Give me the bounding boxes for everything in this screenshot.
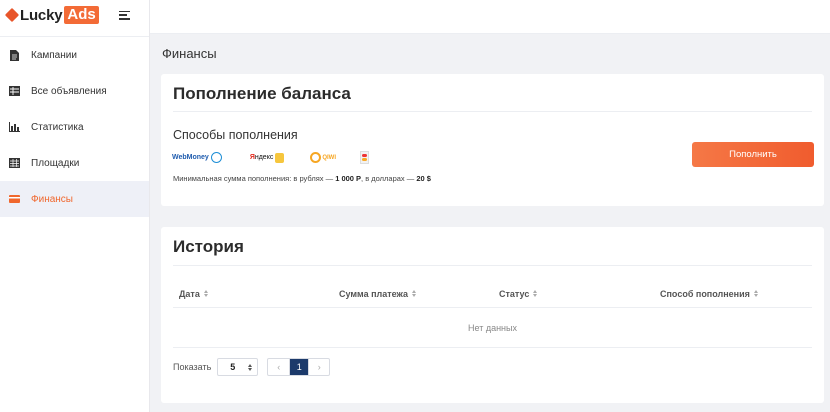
- page-size-label: Показать: [173, 362, 212, 372]
- bar-chart-icon: [9, 122, 20, 133]
- sidebar-item-label: Все объявления: [31, 85, 107, 97]
- sidebar-item-finance[interactable]: Финансы: [0, 181, 149, 217]
- divider: [173, 111, 812, 112]
- visa-card-logo: [360, 151, 370, 164]
- empty-state: Нет данных: [173, 308, 812, 348]
- wallet-icon: [9, 194, 20, 205]
- webmoney-logo: WebMoney: [172, 152, 222, 163]
- logo-diamond-icon: [4, 7, 20, 23]
- qiwi-ring-icon: [310, 152, 322, 163]
- logo-text-ads: Ads: [64, 6, 99, 24]
- webmoney-globe-icon: [210, 152, 222, 163]
- sort-icon: [412, 290, 417, 297]
- top-bar: [150, 0, 830, 34]
- sidebar-item-platforms[interactable]: Площадки: [0, 145, 149, 181]
- sidebar: Lucky Ads Кампании Все объявления Статис…: [0, 0, 150, 412]
- topup-button[interactable]: Пополнить: [692, 142, 814, 167]
- methods-title: Способы пополнения: [173, 128, 298, 142]
- sidebar-item-label: Статистика: [31, 121, 84, 133]
- column-header-method[interactable]: Способ пополнения: [660, 289, 758, 299]
- page-size-value: 5: [230, 362, 236, 372]
- menu-toggle-icon[interactable]: [118, 10, 130, 20]
- sidebar-item-all-ads[interactable]: Все объявления: [0, 73, 149, 109]
- next-page-button[interactable]: ›: [308, 359, 329, 375]
- page-buttons: ‹ 1 ›: [267, 358, 331, 376]
- bank-card-icon: [360, 151, 370, 164]
- webmoney-label: WebMoney: [172, 154, 209, 161]
- logo-row: Lucky Ads: [0, 0, 149, 30]
- history-card: История Дата Сумма платежа Статус Способ…: [161, 227, 824, 403]
- document-icon: [9, 49, 20, 61]
- topup-title: Пополнение баланса: [173, 84, 351, 103]
- history-title: История: [173, 237, 244, 256]
- sidebar-item-campaigns[interactable]: Кампании: [0, 37, 149, 73]
- logo[interactable]: Lucky Ads: [4, 6, 99, 24]
- column-header-date[interactable]: Дата: [179, 289, 208, 299]
- sort-icon: [203, 290, 208, 297]
- minimum-amount-note: Минимальная сумма пополнения: в рублях —…: [173, 174, 431, 183]
- grid-icon: [9, 86, 20, 97]
- page-button-current[interactable]: 1: [289, 359, 309, 375]
- qiwi-logo: QIWI: [310, 152, 336, 163]
- prev-page-button[interactable]: ‹: [268, 359, 289, 375]
- yandex-label: Яндекс: [249, 154, 274, 161]
- column-header-amount[interactable]: Сумма платежа: [339, 289, 417, 299]
- table-icon: [9, 158, 20, 169]
- yandex-money-logo: Яндекс: [249, 152, 285, 163]
- pagination: Показать 5 ‹ 1 ›: [173, 358, 331, 376]
- page-title: Финансы: [162, 46, 217, 61]
- page-size-select[interactable]: 5: [217, 358, 259, 376]
- logo-text-lucky: Lucky: [20, 6, 63, 24]
- sort-icon: [533, 290, 538, 297]
- sidebar-item-label: Кампании: [31, 49, 77, 61]
- sidebar-menu: Кампании Все объявления Статистика Площа…: [0, 36, 149, 217]
- payment-methods: WebMoney Яндекс QIWI: [172, 151, 393, 164]
- qiwi-label: QIWI: [322, 154, 337, 161]
- sidebar-item-statistics[interactable]: Статистика: [0, 109, 149, 145]
- yandex-coin-icon: [275, 152, 285, 163]
- sort-icon: [753, 290, 758, 297]
- sidebar-item-label: Финансы: [31, 193, 73, 205]
- sidebar-item-label: Площадки: [31, 157, 80, 169]
- column-header-status[interactable]: Статус: [499, 289, 538, 299]
- topup-card: Пополнение баланса Способы пополнения We…: [161, 74, 824, 206]
- divider: [173, 265, 812, 266]
- select-arrows-icon: [248, 363, 253, 371]
- table-header: Дата Сумма платежа Статус Способ пополне…: [173, 280, 812, 308]
